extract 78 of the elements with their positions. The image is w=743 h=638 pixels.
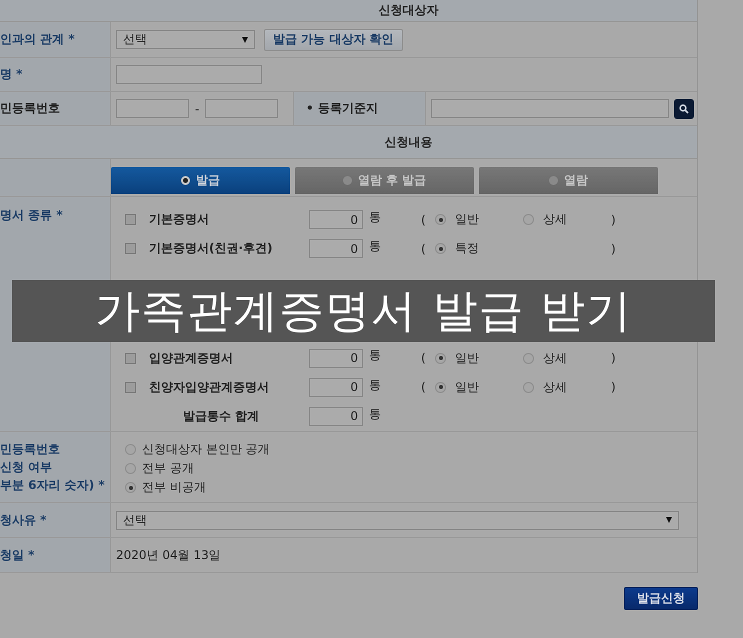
search-icon bbox=[679, 104, 689, 114]
parenthesis-text: ) bbox=[611, 242, 617, 256]
field-label: • 등록기준지 bbox=[294, 92, 426, 125]
certificate-name: 기본증명서 bbox=[149, 211, 210, 228]
caption-banner: 가족관계증명서 발급 받기 bbox=[12, 280, 715, 342]
radio-button[interactable] bbox=[125, 463, 136, 474]
field-label: 민등록번호 bbox=[0, 441, 60, 458]
separator-text: - bbox=[195, 102, 200, 116]
section-header: 신청대상자 bbox=[0, 0, 697, 22]
option-label: 특정 bbox=[455, 240, 479, 258]
checkbox[interactable] bbox=[125, 352, 136, 364]
id-back-input[interactable] bbox=[205, 99, 278, 118]
field-label: 명서 종류 * bbox=[0, 207, 63, 224]
option-label: 전부 공개 bbox=[142, 460, 194, 477]
count-input[interactable]: 0 bbox=[309, 378, 363, 397]
search-button[interactable] bbox=[674, 98, 694, 118]
radio-icon bbox=[181, 176, 190, 185]
total-label: 발급통수 합계 bbox=[182, 408, 260, 425]
option-label: 전부 비공개 bbox=[142, 479, 206, 496]
radio-icon bbox=[342, 176, 352, 185]
radio-button[interactable] bbox=[125, 444, 136, 455]
field-label: 청일 * bbox=[0, 538, 111, 572]
name-input[interactable] bbox=[116, 65, 262, 84]
field-label: 신청 여부 bbox=[0, 459, 52, 476]
field-label: 민등록번호 bbox=[0, 92, 111, 125]
option-label: 일반 bbox=[455, 211, 479, 228]
unit-text: 통 bbox=[369, 238, 382, 256]
count-input[interactable]: 0 bbox=[309, 348, 363, 368]
field-label: 인과의 관계 * bbox=[0, 22, 111, 57]
option-label: 상세 bbox=[543, 350, 567, 366]
check-eligible-button[interactable]: 발급 가능 대상자 확인 bbox=[264, 28, 403, 50]
option-label: 일반 bbox=[455, 350, 479, 366]
submit-button[interactable]: 발급신청 bbox=[624, 587, 698, 610]
checkbox[interactable] bbox=[125, 243, 136, 254]
parenthesis-text: ) bbox=[611, 380, 617, 394]
option-label: 일반 bbox=[455, 378, 479, 396]
certificate-name: 친양자입양관계증명서 bbox=[149, 378, 270, 396]
unit-text: 통 bbox=[369, 406, 382, 423]
radio-button[interactable] bbox=[125, 482, 136, 493]
field-label: 청사유 * bbox=[0, 503, 111, 537]
date-text: 2020년 04월 13일 bbox=[116, 546, 221, 564]
checkbox[interactable] bbox=[125, 382, 136, 393]
reason-select[interactable]: 선택 bbox=[116, 510, 679, 530]
radio-button[interactable] bbox=[523, 214, 534, 226]
option-label: 신청대상자 본인만 공개 bbox=[142, 441, 270, 458]
count-input[interactable]: 0 bbox=[309, 210, 363, 230]
parenthesis-text: ( bbox=[421, 351, 427, 365]
caret-icon bbox=[666, 517, 672, 523]
radio-button[interactable] bbox=[523, 382, 534, 393]
count-input[interactable]: 0 bbox=[309, 239, 363, 258]
caret-icon bbox=[242, 36, 248, 42]
radio-button[interactable] bbox=[435, 382, 446, 393]
radio-button[interactable] bbox=[523, 352, 534, 364]
relation-select[interactable]: 선택 bbox=[116, 30, 255, 49]
total-count-input[interactable]: 0 bbox=[309, 406, 363, 426]
parenthesis-text: ( bbox=[421, 242, 427, 256]
checkbox[interactable] bbox=[125, 214, 136, 226]
parenthesis-text: ( bbox=[421, 212, 427, 227]
option-label: 상세 bbox=[543, 211, 567, 228]
parenthesis-text: ) bbox=[611, 212, 617, 227]
unit-text: 통 bbox=[369, 376, 382, 394]
field-label: 명 * bbox=[0, 58, 111, 91]
radio-icon bbox=[549, 176, 558, 185]
certificate-name: 입양관계증명서 bbox=[149, 350, 234, 366]
parenthesis-text: ) bbox=[611, 351, 617, 365]
parenthesis-text: ( bbox=[421, 380, 427, 394]
field-label: 부분 6자리 숫자) * bbox=[0, 477, 105, 494]
certificate-name: 기본증명서(친권·후견) bbox=[149, 240, 274, 258]
section-header: 신청내용 bbox=[0, 126, 697, 159]
mode-tab[interactable]: 발급 bbox=[111, 167, 290, 194]
radio-button[interactable] bbox=[435, 243, 446, 254]
unit-text: 통 bbox=[369, 209, 382, 226]
radio-button[interactable] bbox=[435, 214, 446, 226]
unit-text: 통 bbox=[369, 347, 382, 364]
option-label: 상세 bbox=[543, 378, 567, 396]
id-front-input[interactable] bbox=[116, 99, 189, 118]
radio-button[interactable] bbox=[435, 352, 446, 364]
registry-input[interactable] bbox=[431, 99, 669, 118]
